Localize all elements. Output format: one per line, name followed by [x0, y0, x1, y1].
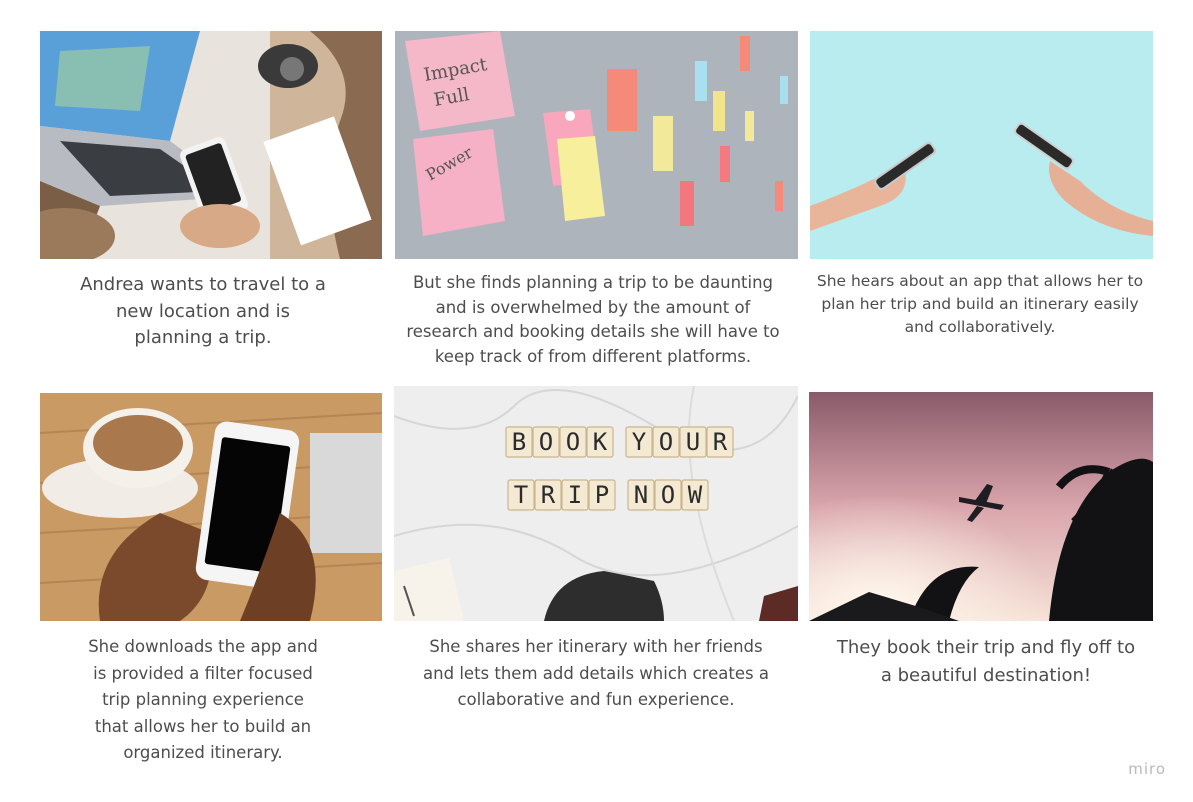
caption-line: keep track of from different platforms.	[434, 346, 752, 366]
panel-2-caption: But she finds planning a trip to be daun…	[395, 271, 791, 369]
caption-line: collaborative and fun experience.	[457, 690, 735, 709]
hands-holding-phones-image	[810, 31, 1153, 259]
caption-line: new location and is	[115, 300, 291, 322]
sticky-notes-board-photo-icon: Impact Full Power	[395, 31, 798, 259]
scrabble-tile-letter: W	[688, 481, 703, 509]
caption-line: that allows her to build an	[94, 716, 312, 736]
caption-line: research and booking details she will ha…	[406, 322, 780, 341]
sticky-notes-board-image: Impact Full Power	[395, 31, 798, 259]
caption-line: Andrea wants to travel to a	[80, 274, 326, 295]
panel-3-caption: She hears about an app that allows her t…	[810, 270, 1150, 339]
travel-planning-desk-photo-icon	[40, 31, 382, 259]
hands-holding-phones-photo-icon	[810, 31, 1153, 259]
caption-line: trip planning experience	[102, 690, 304, 709]
caption-line: and lets them add details which creates …	[423, 663, 769, 683]
panel-4-caption: She downloads the app and is provided a …	[40, 634, 366, 767]
scrabble-tiles-image: BOOKYOUR TRIPNOW	[394, 386, 798, 621]
caption-line: They book their trip and fly off to	[836, 637, 1136, 658]
scrabble-tile-letter: O	[566, 428, 580, 456]
panel-1-caption: Andrea wants to travel to a new location…	[40, 272, 366, 352]
caption-line: and collaboratively.	[904, 318, 1056, 336]
hands-holding-smartphone-image	[40, 393, 382, 621]
scrabble-tile-letter: O	[539, 428, 553, 456]
scrabble-tile-letter: N	[634, 481, 648, 509]
caption-line: She shares her itinerary with her friend…	[429, 637, 763, 656]
airplane-sunset-photo-icon	[809, 392, 1153, 621]
scrabble-tile-letter: R	[541, 481, 556, 509]
hands-holding-smartphone-photo-icon	[40, 393, 382, 621]
airplane-sunset-image	[809, 392, 1153, 621]
travel-planning-desk-image	[40, 31, 382, 259]
caption-line: organized itinerary.	[123, 743, 283, 762]
caption-line: a beautiful destination!	[880, 665, 1092, 686]
miro-watermark: miro	[1128, 760, 1166, 778]
scrabble-tile-letter: R	[713, 428, 728, 456]
caption-line: She hears about an app that allows her t…	[816, 272, 1144, 290]
scrabble-tiles-photo-icon: BOOKYOUR TRIPNOW	[394, 386, 798, 621]
scrabble-tile-letter: B	[512, 428, 526, 456]
panel-6-caption: They book their trip and fly off to a be…	[809, 634, 1163, 690]
scrabble-tile-letter: T	[514, 481, 528, 509]
caption-line: plan her trip and build an itinerary eas…	[821, 295, 1139, 313]
caption-line: planning a trip.	[134, 327, 272, 348]
scrabble-tile-letter: P	[595, 481, 609, 509]
panel-5-caption: She shares her itinerary with her friend…	[394, 634, 798, 714]
caption-line: But she finds planning a trip to be daun…	[412, 273, 774, 292]
scrabble-tile-letter: O	[661, 481, 675, 509]
caption-line: is provided a filter focused	[93, 663, 313, 683]
caption-line: and is overwhelmed by the amount of	[435, 297, 751, 317]
caption-line: She downloads the app and	[88, 637, 318, 656]
scrabble-tile-letter: Y	[632, 428, 647, 456]
scrabble-tile-letter: O	[659, 428, 673, 456]
scrabble-tile-letter: U	[686, 428, 700, 456]
scrabble-tile-letter: I	[568, 481, 582, 509]
scrabble-tile-letter: K	[593, 428, 608, 456]
